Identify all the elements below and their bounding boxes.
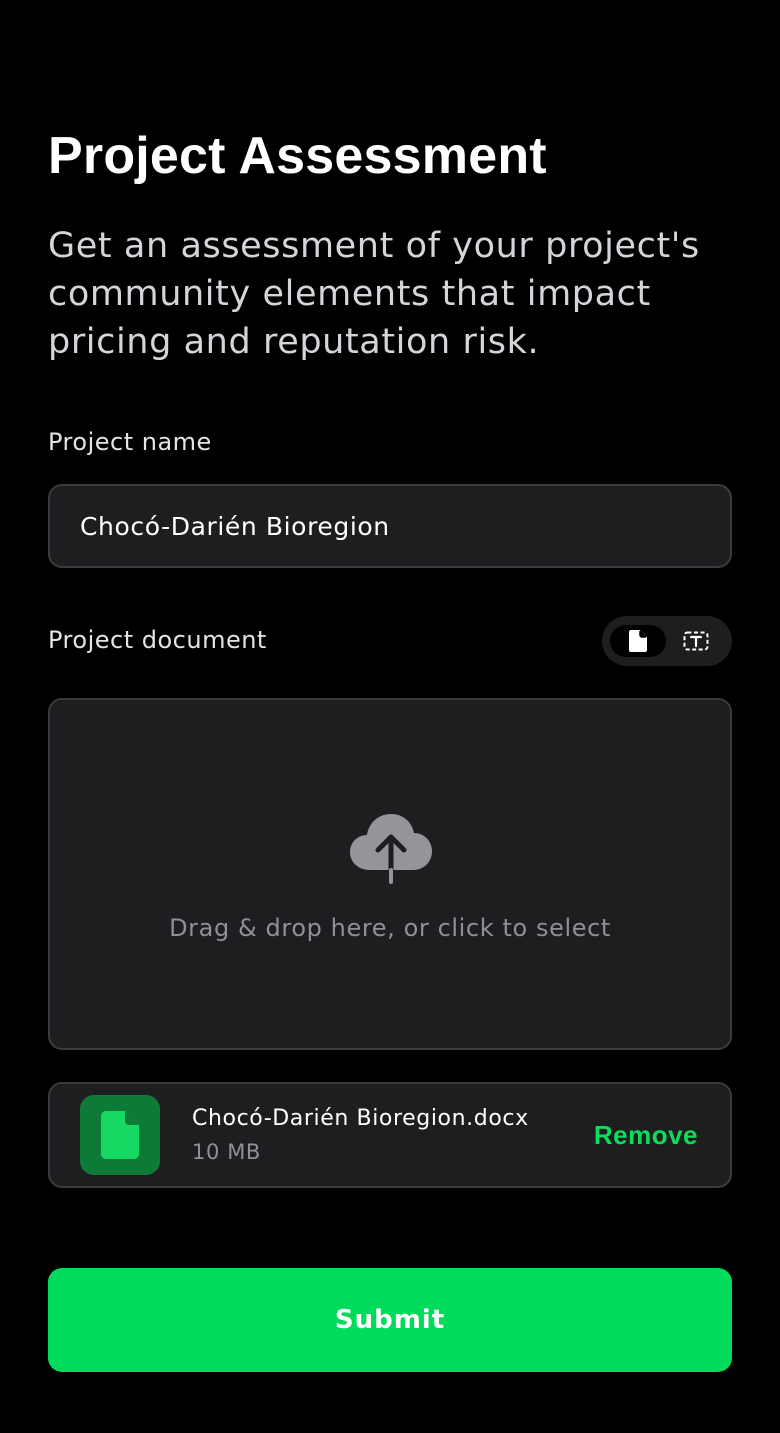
document-mode-toggle[interactable] — [602, 616, 732, 666]
project-name-input[interactable]: Chocó-Darién Bioregion — [48, 484, 732, 568]
dropzone-instructions: Drag & drop here, or click to select — [169, 914, 611, 942]
project-name-value: Chocó-Darién Bioregion — [80, 511, 390, 541]
text-mode-button[interactable] — [668, 625, 724, 657]
file-name: Chocó-Darién Bioregion.docx — [192, 1106, 529, 1131]
submit-button[interactable]: Submit — [48, 1268, 732, 1372]
remove-file-button[interactable]: Remove — [594, 1120, 698, 1151]
text-icon — [683, 631, 709, 651]
uploaded-file-card: Chocó-Darién Bioregion.docx 10 MB Remove — [48, 1082, 732, 1188]
project-document-label: Project document — [48, 626, 267, 654]
page-subtitle: Get an assessment of your project's comm… — [48, 226, 700, 362]
file-icon — [629, 630, 647, 652]
project-name-label: Project name — [48, 428, 212, 456]
file-type-badge — [80, 1095, 160, 1175]
page-title: Project Assessment — [48, 127, 547, 185]
cloud-upload-icon — [350, 814, 432, 884]
file-icon — [101, 1111, 139, 1159]
file-size: 10 MB — [192, 1140, 261, 1164]
file-dropzone[interactable]: Drag & drop here, or click to select — [48, 698, 732, 1050]
file-mode-button[interactable] — [610, 625, 666, 657]
